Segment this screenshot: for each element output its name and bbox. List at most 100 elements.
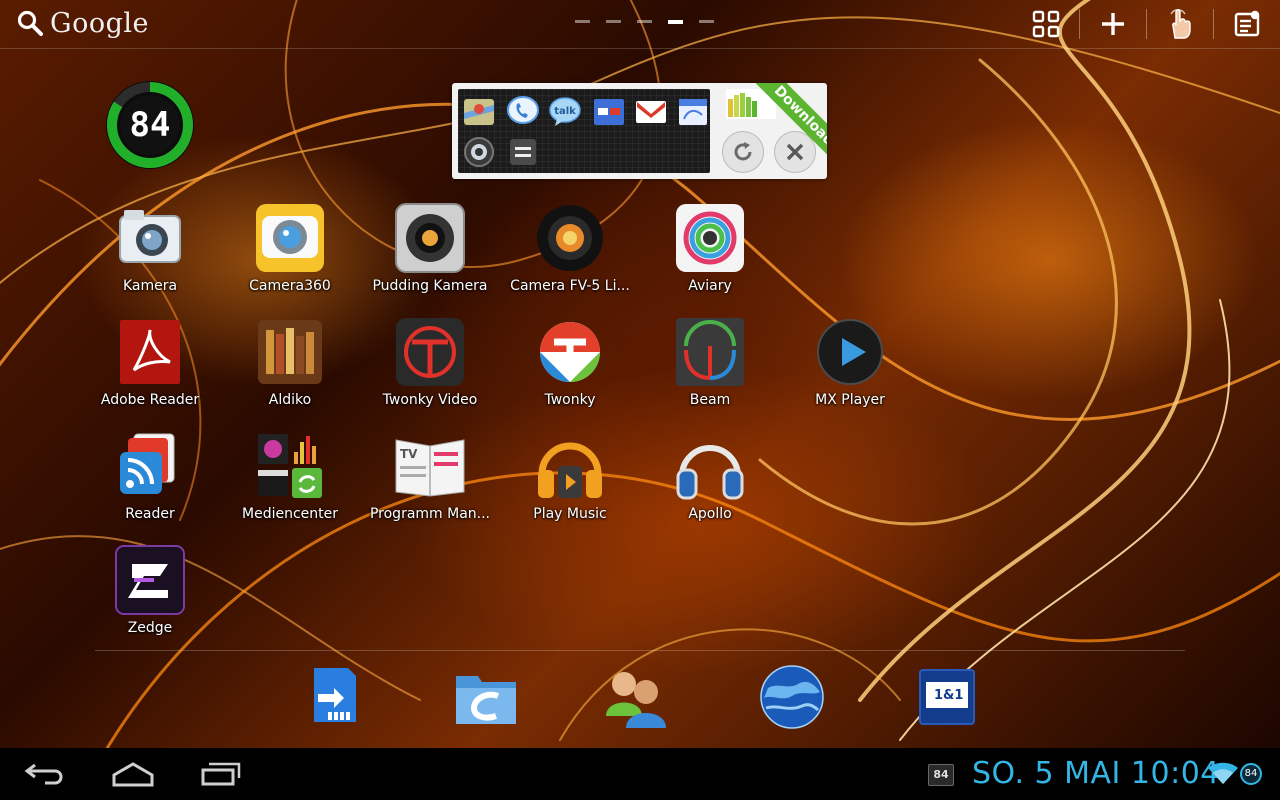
app-label: Camera FV-5 Li...	[510, 278, 630, 294]
plus-icon	[1102, 13, 1124, 35]
voice-phone-toggle-icon[interactable]	[506, 95, 540, 129]
camera-icon	[119, 210, 181, 263]
gesture-button[interactable]	[1147, 0, 1213, 48]
zedge-icon	[115, 545, 185, 615]
battery-status: 84	[1240, 763, 1262, 785]
app-label: Aviary	[688, 278, 732, 294]
app-kamera[interactable]: Kamera	[80, 202, 220, 312]
google-label: Google	[50, 7, 149, 39]
page-dot	[699, 20, 714, 23]
app-label: Pudding Kamera	[372, 278, 488, 294]
twonky-video-icon	[396, 318, 464, 386]
app-label: Aldiko	[268, 392, 312, 408]
sync-toggle-icon[interactable]	[462, 135, 496, 169]
app-pudding-kamera[interactable]: Pudding Kamera	[360, 202, 500, 312]
page-dot	[575, 20, 590, 23]
battery-level: 84	[129, 105, 171, 145]
top-divider	[0, 48, 1280, 49]
battery-status-level: 84	[1244, 768, 1258, 779]
app-play-music[interactable]: Play Music	[500, 430, 640, 540]
programm-manager-icon: TV	[395, 439, 465, 497]
aviary-icon	[676, 204, 744, 272]
maps-toggle-icon[interactable]	[462, 95, 496, 129]
dock-browser[interactable]	[758, 664, 826, 730]
grid-icon	[1032, 10, 1060, 38]
hand-pointer-icon	[1170, 9, 1191, 39]
top-actions	[1013, 0, 1280, 48]
app-label: Apollo	[688, 506, 732, 522]
camera360-icon	[256, 204, 324, 272]
notification-badge[interactable]: 84	[928, 764, 954, 786]
docs-toggle-icon[interactable]	[592, 95, 626, 129]
browser-globe-icon	[760, 665, 824, 729]
mediencenter-icon	[258, 434, 322, 498]
app-label: Twonky	[544, 392, 596, 408]
back-button[interactable]	[10, 748, 80, 800]
app-twonky[interactable]: Twonky	[500, 316, 640, 426]
dock-1and1[interactable]: 1&1	[912, 664, 980, 730]
app-reader[interactable]: Reader	[80, 430, 220, 540]
calculator-toggle-icon[interactable]	[506, 135, 540, 169]
notes-menu-icon	[1234, 10, 1260, 37]
twonky-icon	[540, 322, 600, 382]
recent-apps-icon	[201, 762, 241, 786]
app-adobe-reader[interactable]: Adobe Reader	[80, 316, 220, 426]
wifi-icon	[1208, 762, 1238, 784]
dock-contacts[interactable]	[602, 664, 670, 730]
app-programm-manager[interactable]: TV Programm Man...	[360, 430, 500, 540]
app-label: Adobe Reader	[100, 392, 200, 408]
svg-text:TV: TV	[400, 447, 418, 461]
page-dot	[606, 20, 621, 23]
home-button[interactable]	[98, 748, 168, 800]
app-aviary[interactable]: Aviary	[640, 202, 780, 312]
home-icon	[112, 762, 154, 787]
reader-icon	[120, 433, 175, 494]
app-zedge[interactable]: Zedge	[80, 544, 220, 654]
aldiko-icon	[258, 320, 322, 384]
calendar-toggle-icon[interactable]	[676, 95, 710, 129]
svg-text:talk: talk	[554, 106, 576, 117]
status-clock[interactable]: SO. 5 MAI 10:04	[972, 756, 1220, 791]
beam-icon	[676, 318, 744, 386]
app-label: Programm Man...	[369, 506, 491, 522]
refresh-button[interactable]	[722, 131, 764, 173]
talk-toggle-icon[interactable]: talk	[548, 95, 582, 129]
app-label: Kamera	[122, 278, 178, 294]
app-label: Mediencenter	[242, 506, 338, 522]
toggle-widget: talk Download	[452, 83, 827, 179]
pudding-camera-icon	[395, 203, 465, 273]
app-camera360[interactable]: Camera360	[220, 202, 360, 312]
app-aldiko[interactable]: Aldiko	[220, 316, 360, 426]
app-label: Twonky Video	[382, 392, 478, 408]
app-mx-player[interactable]: MX Player	[780, 316, 920, 426]
app-label: Play Music	[533, 506, 607, 522]
back-icon	[24, 763, 63, 785]
app-label: Zedge	[127, 620, 173, 636]
menu-button[interactable]	[1214, 0, 1280, 48]
gmail-toggle-icon[interactable]	[634, 95, 668, 129]
google-search[interactable]: Google	[16, 6, 149, 40]
app-mediencenter[interactable]: Mediencenter	[220, 430, 360, 540]
battery-widget[interactable]: 84	[104, 79, 196, 171]
app-twonky-video[interactable]: Twonky Video	[360, 316, 500, 426]
add-button[interactable]	[1080, 0, 1146, 48]
adobe-reader-icon	[120, 320, 180, 384]
dock-sd-transfer[interactable]	[298, 664, 366, 730]
recent-apps-button[interactable]	[186, 748, 256, 800]
apollo-icon	[676, 445, 744, 500]
contacts-icon	[606, 672, 666, 728]
file-manager-icon	[456, 676, 516, 724]
app-beam[interactable]: Beam	[640, 316, 780, 426]
app-label: Camera360	[249, 278, 331, 294]
dock-divider	[95, 650, 1185, 651]
dock-file-manager[interactable]	[452, 664, 520, 730]
search-icon	[17, 10, 43, 36]
mx-player-icon	[817, 319, 883, 385]
dock-1and1-label: 1&1	[934, 688, 964, 703]
app-camera-fv5[interactable]: Camera FV-5 Li...	[500, 202, 640, 312]
play-music-icon	[538, 442, 602, 498]
sd-transfer-icon	[314, 668, 356, 722]
app-drawer-button[interactable]	[1013, 0, 1079, 48]
app-apollo[interactable]: Apollo	[640, 430, 780, 540]
page-dot-active	[668, 20, 683, 24]
